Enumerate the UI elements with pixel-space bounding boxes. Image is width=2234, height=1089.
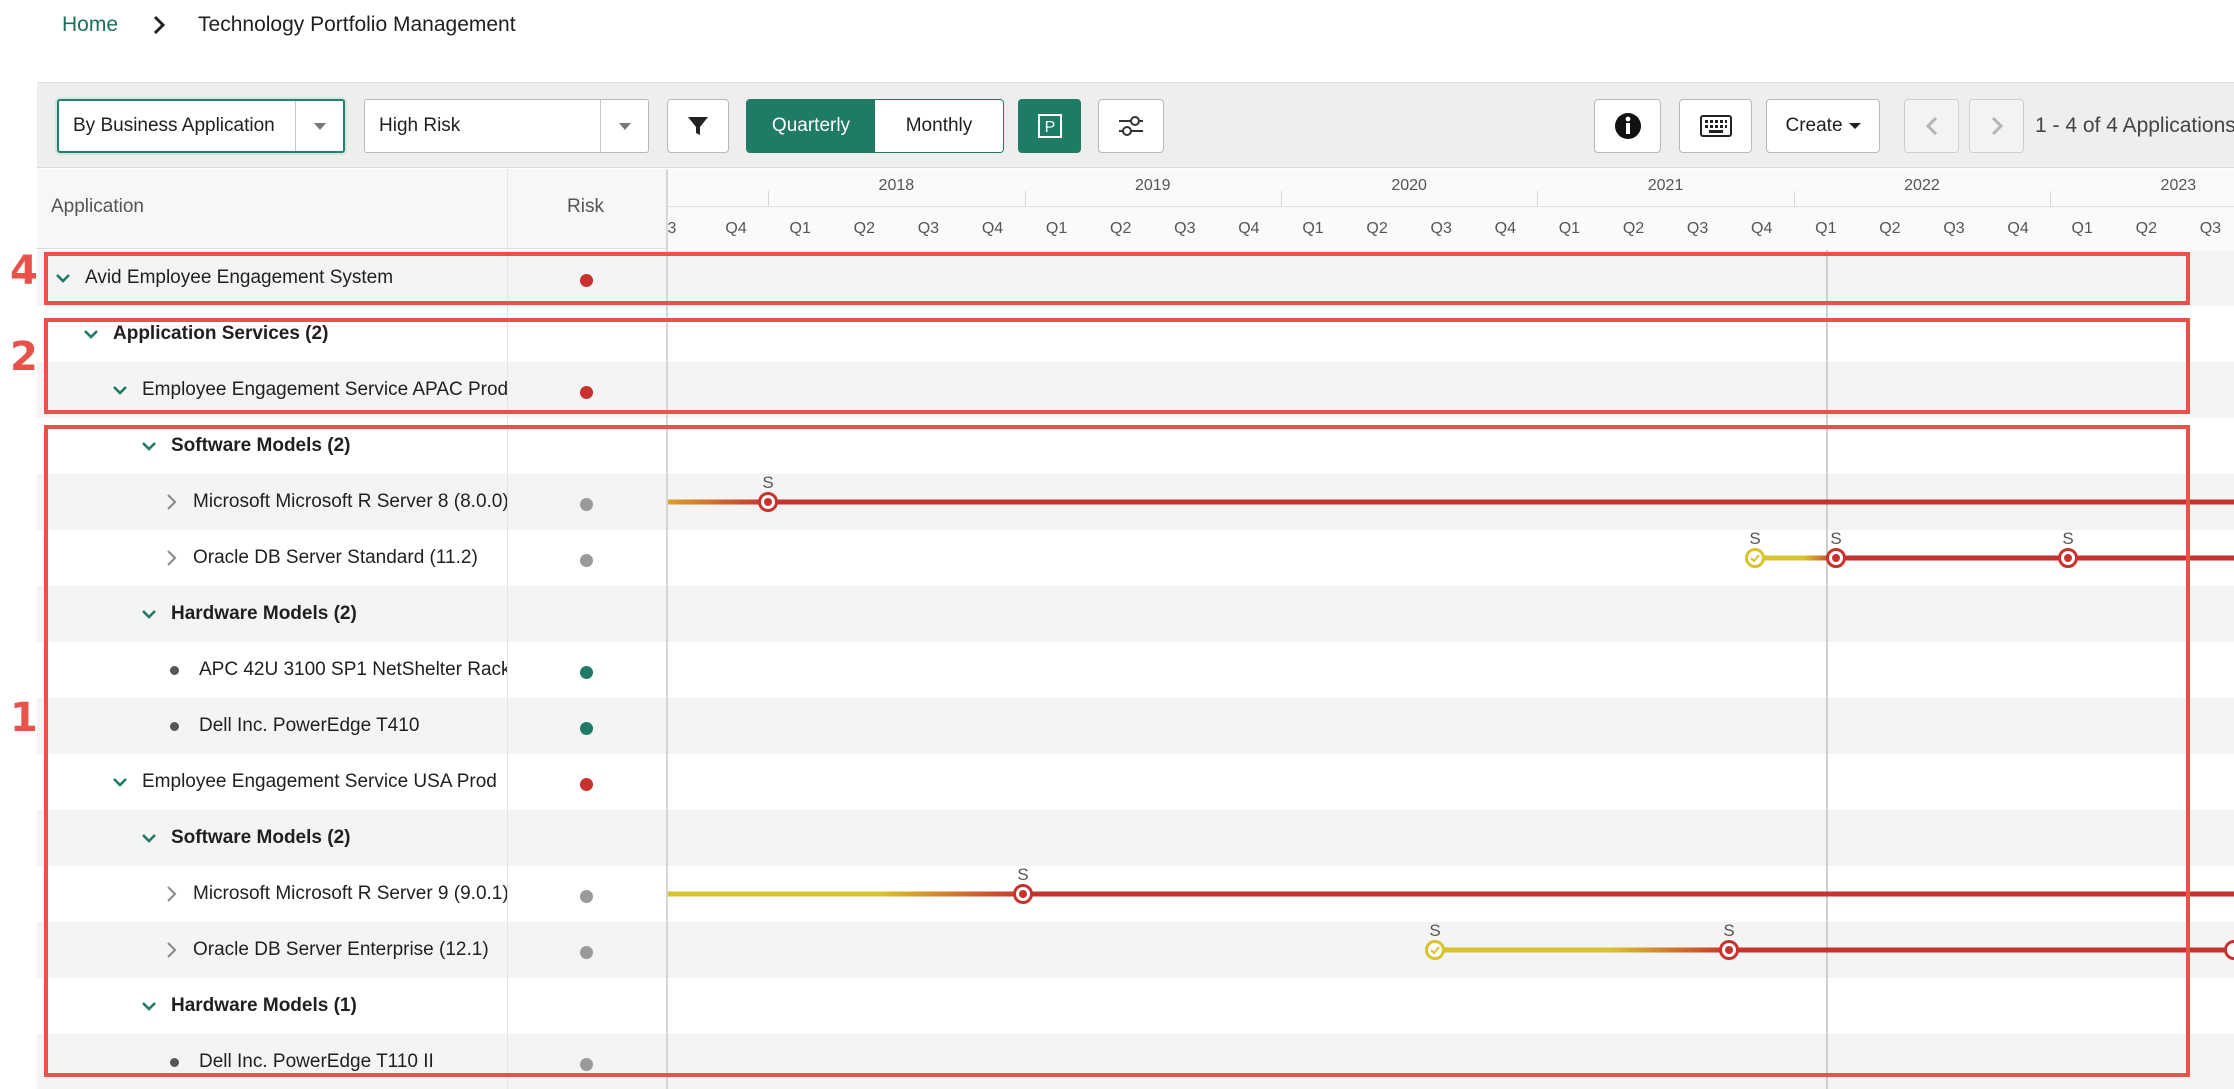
- year-tick: [1793, 191, 1795, 207]
- year-label: 2021: [1647, 177, 1684, 194]
- quarter-label: Q2: [1622, 220, 1645, 237]
- quarter-label: Q2: [1366, 220, 1388, 237]
- info-button[interactable]: [1594, 99, 1661, 153]
- year-label: 2020: [1391, 177, 1427, 194]
- quarter-label: 3: [667, 220, 677, 237]
- chevron-down-icon[interactable]: [295, 101, 343, 151]
- monthly-tab[interactable]: Monthly: [875, 100, 1003, 152]
- quarter-label: Q2: [1110, 220, 1132, 237]
- year-label: 2022: [1904, 177, 1940, 194]
- quarter-label: Q1: [2071, 220, 2093, 237]
- quarter-label: Q4: [725, 220, 747, 237]
- year-tick: [768, 191, 770, 207]
- quarter-label: Q3: [2199, 220, 2222, 237]
- quarter-label: Q4: [1238, 220, 1260, 237]
- quarter-label: Q4: [1494, 220, 1516, 237]
- annotation-box-2: [44, 318, 2190, 414]
- quarter-label: Q1: [1558, 220, 1581, 237]
- breadcrumb: Home Technology Portfolio Management: [62, 10, 516, 40]
- toolbar: By Business Application High Risk Quarte…: [37, 82, 2234, 168]
- quarter-label: Q2: [2135, 220, 2157, 237]
- annotation-number-2: 2: [10, 334, 38, 380]
- caret-down-icon: [1848, 123, 1861, 129]
- chevron-down-icon[interactable]: [600, 100, 648, 152]
- quarter-label: Q3: [1686, 220, 1709, 237]
- quarter-label: Q1: [789, 220, 811, 237]
- info-icon: [1614, 113, 1641, 139]
- previous-page-button[interactable]: [1904, 99, 1959, 153]
- quarter-label: Q2: [853, 220, 875, 237]
- annotation-box-4: [44, 252, 2190, 305]
- chevron-left-icon: [1925, 116, 1937, 136]
- quarter-label: Q3: [917, 220, 940, 237]
- timeline-year-row: 2018 2019 2020 2021 2022 2023: [668, 169, 2234, 207]
- filter-button[interactable]: [667, 99, 729, 153]
- group-by-value: By Business Application: [73, 115, 275, 136]
- quarter-label: Q3: [1430, 220, 1452, 237]
- application-column-header[interactable]: Application: [51, 196, 144, 218]
- year-tick: [2050, 191, 2052, 207]
- quarterly-tab[interactable]: Quarterly: [747, 100, 875, 152]
- annotation-number-1: 1: [10, 695, 38, 741]
- next-page-button[interactable]: [1969, 99, 2024, 153]
- year-label: 2018: [878, 177, 915, 194]
- year-label: 2019: [1134, 177, 1171, 194]
- filter-icon: [688, 117, 708, 135]
- settings-sliders-button[interactable]: [1098, 99, 1164, 153]
- risk-filter-value: High Risk: [379, 115, 461, 136]
- p-button-label: P: [1044, 119, 1055, 136]
- pager-text: 1 - 4 of 4 Applications: [2035, 114, 2234, 137]
- risk-filter-select[interactable]: High Risk: [364, 99, 649, 153]
- keyboard-icon: [1699, 115, 1732, 137]
- milestone-x-icon[interactable]: [2224, 940, 2234, 960]
- quarter-label: Q3: [1943, 220, 1965, 237]
- quarter-label: Q1: [1045, 220, 1068, 237]
- quarter-label: Q1: [1302, 220, 1324, 237]
- group-by-select[interactable]: By Business Application: [57, 99, 345, 153]
- sliders-icon: [1119, 116, 1143, 136]
- year-tick: [1024, 191, 1026, 207]
- chevron-right-icon: [1991, 116, 2003, 136]
- annotation-number-4: 4: [10, 248, 38, 294]
- create-button[interactable]: Create: [1766, 99, 1880, 153]
- year-label: 2023: [2160, 177, 2197, 194]
- breadcrumb-current: Technology Portfolio Management: [198, 13, 516, 36]
- year-tick: [1280, 191, 1282, 207]
- quarter-label: Q3: [1174, 220, 1196, 237]
- risk-column-header[interactable]: Risk: [567, 196, 604, 218]
- chevron-right-icon: [153, 15, 166, 35]
- year-tick: [1537, 191, 1539, 207]
- p-square-icon: P: [1037, 114, 1062, 138]
- create-label: Create: [1785, 115, 1843, 136]
- quarter-label: Q2: [1879, 220, 1901, 237]
- keyboard-button[interactable]: [1679, 99, 1752, 153]
- quarter-label: Q4: [2007, 220, 2029, 237]
- timeline-quarter-row: 3 Q4 Q1 Q2 Q3 Q4 Q1 Q2 Q3 Q4 Q1 Q2 Q3 Q4 Q1 Q2 Q3 Q4 Q1 Q2 Q…: [668, 208, 2234, 249]
- quarter-label: Q1: [1815, 220, 1837, 237]
- quarter-label: Q4: [1751, 220, 1773, 237]
- breadcrumb-home-link[interactable]: Home: [62, 13, 118, 37]
- quarter-label: Q4: [981, 220, 1004, 237]
- p-button[interactable]: P: [1018, 99, 1081, 153]
- view-toggle[interactable]: Quarterly Monthly: [746, 99, 1004, 153]
- annotation-box-1: [44, 425, 2190, 1077]
